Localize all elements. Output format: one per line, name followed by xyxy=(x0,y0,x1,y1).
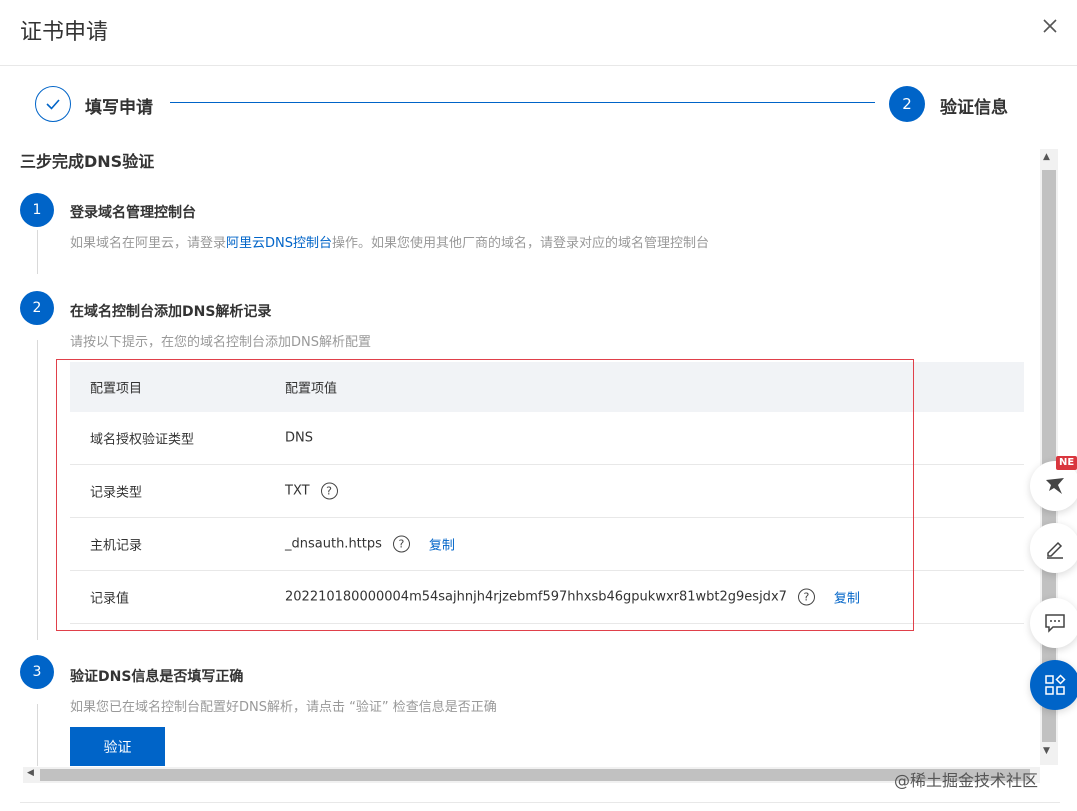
scroll-left-arrow-icon[interactable]: ◀ xyxy=(27,768,34,778)
step-two-title: 在域名控制台添加DNS解析记录 xyxy=(70,304,272,320)
alidns-console-link[interactable]: 阿里云DNS控制台 xyxy=(226,236,332,251)
row-value: _dnsauth.https xyxy=(285,536,382,552)
help-icon[interactable]: ? xyxy=(797,588,815,606)
watermark: @稀土掘金技术社区 xyxy=(894,771,1039,790)
header-config-item: 配置项目 xyxy=(90,381,143,397)
vertical-scroll-thumb[interactable] xyxy=(1042,170,1056,742)
table-header: 配置项目 配置项值 xyxy=(70,362,1024,412)
step-three-number: 3 xyxy=(20,655,54,689)
horizontal-scroll-thumb[interactable] xyxy=(40,769,1030,781)
chat-icon[interactable] xyxy=(1030,598,1077,648)
step-connector xyxy=(170,102,875,103)
step-2-label: 验证信息 xyxy=(940,98,1008,118)
table-row: 主机记录 _dnsauth.https? 复制 xyxy=(70,518,1024,571)
step-one-desc-suffix: 操作。如果您使用其他厂商的域名，请登录对应的域名管理控制台 xyxy=(332,236,710,251)
table-row: 域名授权验证类型 DNS xyxy=(70,412,1024,465)
row-value: DNS xyxy=(285,430,313,446)
step-1-label: 填写申请 xyxy=(85,98,153,118)
verify-button[interactable]: 验证 xyxy=(70,727,165,766)
step-2-number: 2 xyxy=(889,86,925,122)
help-icon[interactable]: ? xyxy=(320,482,338,500)
dns-config-table: 配置项目 配置项值 域名授权验证类型 DNS 记录类型 TXT? 主机记录 _d… xyxy=(70,362,1024,624)
copy-record-value-button[interactable]: 复制 xyxy=(834,588,860,607)
apps-icon[interactable] xyxy=(1030,660,1077,710)
step-one-desc-prefix: 如果域名在阿里云，请登录 xyxy=(70,236,227,251)
step-two-number: 2 xyxy=(20,291,54,325)
close-icon[interactable] xyxy=(1038,14,1062,38)
row-name: 记录值 xyxy=(90,591,130,607)
row-name: 记录类型 xyxy=(90,485,143,501)
step-two-desc: 请按以下提示，在您的域名控制台添加DNS解析配置 xyxy=(70,335,371,350)
row-name: 域名授权验证类型 xyxy=(90,432,195,448)
footer-divider xyxy=(20,802,1060,803)
step-one-title: 登录域名管理控制台 xyxy=(70,205,196,221)
step-three-desc: 如果您已在域名控制台配置好DNS解析，请点击 “验证” 检查信息是否正确 xyxy=(70,700,497,715)
scroll-down-arrow-icon[interactable]: ▼ xyxy=(1043,746,1050,756)
dialog-header: 证书申请 xyxy=(0,0,1077,66)
row-name: 主机记录 xyxy=(90,538,143,554)
header-config-value: 配置项值 xyxy=(285,381,338,397)
timeline-line xyxy=(37,230,38,274)
row-value: 202210180000004m54sajhnjh4rjzebmf597hhxs… xyxy=(285,589,787,605)
timeline-line xyxy=(37,340,38,640)
copy-host-record-button[interactable]: 复制 xyxy=(429,535,455,554)
scroll-up-arrow-icon[interactable]: ▲ xyxy=(1043,152,1050,162)
timeline-line xyxy=(37,704,38,766)
row-value: TXT xyxy=(285,483,310,499)
step-three-title: 验证DNS信息是否填写正确 xyxy=(70,669,244,685)
table-row: 记录值 202210180000004m54sajhnjh4rjzebmf597… xyxy=(70,571,1024,624)
step-one-number: 1 xyxy=(20,193,54,227)
help-icon[interactable]: ? xyxy=(392,535,410,553)
edit-icon[interactable] xyxy=(1030,523,1077,573)
dialog-title: 证书申请 xyxy=(20,20,109,45)
step-one-desc: 如果域名在阿里云，请登录阿里云DNS控制台操作。如果您使用其他厂商的域名，请登录… xyxy=(70,232,709,251)
section-title: 三步完成DNS验证 xyxy=(20,152,155,171)
table-row: 记录类型 TXT? xyxy=(70,465,1024,518)
content-scroll-area[interactable]: 三步完成DNS验证 1 登录域名管理控制台 如果域名在阿里云，请登录阿里云DNS… xyxy=(0,138,1060,766)
step-done-check-icon xyxy=(35,86,71,122)
new-badge: NE xyxy=(1056,456,1077,470)
